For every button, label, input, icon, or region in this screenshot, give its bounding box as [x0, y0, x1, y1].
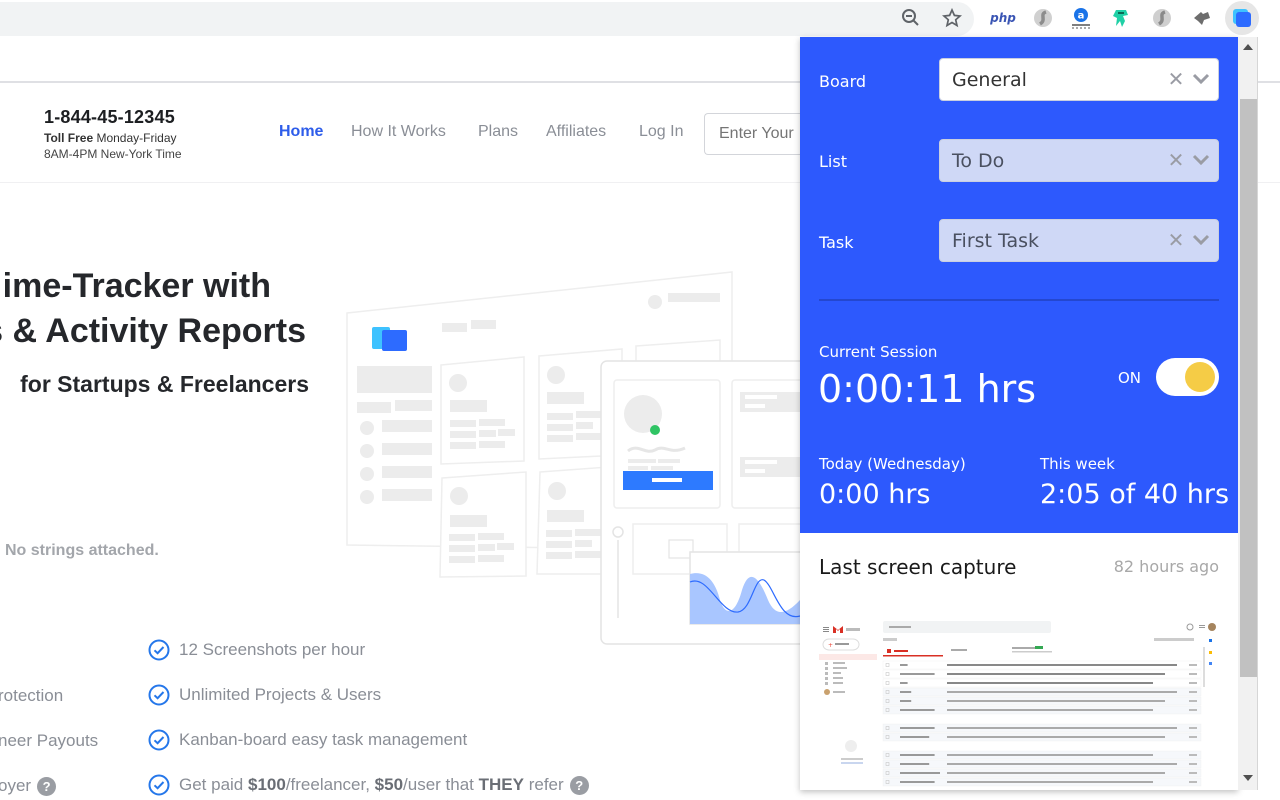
svg-text:+: +: [828, 642, 833, 649]
feature-left-3: oyer?: [0, 776, 57, 797]
clear-task-icon[interactable]: ✕: [1166, 228, 1186, 252]
a-extension-icon[interactable]: a: [1068, 5, 1094, 31]
thumbnail-mail-row: [882, 723, 1202, 733]
check-circle-icon: [148, 729, 170, 751]
screen-capture-thumbnail[interactable]: +: [819, 617, 1219, 790]
ninja-extension-icon[interactable]: [1108, 5, 1134, 31]
toggle-knob: [1185, 362, 1215, 392]
feature-referral: Get paid $100/freelancer, $50/user that …: [148, 774, 589, 796]
feature-unlimited-projects: Unlimited Projects & Users: [148, 684, 381, 706]
today-value: 0:00 hrs: [819, 479, 931, 510]
support-hours: Toll Free Monday-Friday: [44, 131, 177, 145]
help-icon[interactable]: ?: [569, 775, 589, 795]
thumbnail-mail-row: [882, 759, 1202, 769]
puzzle-extension-icon[interactable]: [1189, 5, 1215, 31]
support-hours-time: 8AM-4PM New-York Time: [44, 147, 182, 161]
thumbnail-mail-row: [882, 732, 1202, 742]
thumbnail-mail-row: [882, 669, 1202, 679]
thumbnail-mail-row: [882, 777, 1202, 787]
check-circle-icon: [148, 639, 170, 661]
thumbnail-mail-row: [882, 768, 1202, 778]
board-select[interactable]: General ✕: [939, 58, 1219, 101]
thumbnail-mail-row: [882, 678, 1202, 688]
address-bar[interactable]: [0, 2, 974, 36]
time-tracker-extension-icon[interactable]: [1225, 1, 1259, 35]
check-circle-icon: [148, 774, 170, 796]
thumbnail-mail-row: [882, 696, 1202, 706]
thumbnail-mail-row: [882, 660, 1202, 670]
chevron-down-icon[interactable]: [1190, 229, 1212, 251]
illustration-front-window: [600, 360, 800, 645]
check-circle-icon: [148, 684, 170, 706]
php-extension-icon[interactable]: php: [989, 5, 1017, 31]
nav-affiliates[interactable]: Affiliates: [546, 123, 606, 141]
task-label: Task: [819, 233, 854, 252]
no-strings-text: No strings attached.: [5, 542, 159, 559]
current-session-value: 0:00:11 hrs: [818, 367, 1037, 411]
clear-list-icon[interactable]: ✕: [1166, 148, 1186, 172]
feature-kanban: Kanban-board easy task management: [148, 729, 467, 751]
hero-subtitle: for Startups & Freelancers: [20, 371, 309, 397]
week-value: 2:05 of 40 hrs: [1040, 479, 1230, 510]
zoom-out-icon[interactable]: [898, 5, 924, 31]
time-tracker-popup: Board General ✕ List To Do ✕ Task First …: [800, 37, 1238, 790]
board-value: General: [952, 68, 1027, 91]
tracking-toggle[interactable]: [1156, 358, 1219, 396]
phone-number[interactable]: 1-844-45-12345: [44, 107, 175, 128]
task-value: First Task: [952, 229, 1040, 252]
hero-title-line2: s & Activity Reports: [0, 312, 306, 350]
chevron-down-icon[interactable]: [1190, 149, 1212, 171]
gmail-screenshot: +: [819, 617, 1219, 790]
popup-scrollbar[interactable]: [1238, 37, 1258, 790]
thumbnail-mail-row: [882, 687, 1202, 697]
section-divider: [819, 299, 1219, 301]
board-label: Board: [819, 72, 867, 91]
help-icon[interactable]: ?: [37, 777, 57, 797]
today-label: Today (Wednesday): [819, 455, 966, 473]
nav-plans[interactable]: Plans: [478, 123, 518, 141]
feature-left-1: rotection: [0, 686, 64, 705]
list-label: List: [819, 152, 847, 171]
last-capture-time: 82 hours ago: [1113, 557, 1219, 576]
nav-how-it-works[interactable]: How It Works: [351, 123, 446, 141]
dashboard-illustration: [346, 271, 800, 645]
feature-screenshots: 12 Screenshots per hour: [148, 639, 365, 661]
list-select[interactable]: To Do ✕: [939, 139, 1219, 182]
clear-board-icon[interactable]: ✕: [1166, 67, 1186, 91]
svg-text:a: a: [1078, 11, 1085, 22]
thumbnail-mail-row: [882, 750, 1202, 760]
week-label: This week: [1040, 455, 1115, 473]
browser-toolbar: php a: [0, 0, 1280, 37]
grey-s2-extension-icon[interactable]: [1149, 5, 1175, 31]
tracker-panel: Board General ✕ List To Do ✕ Task First …: [800, 37, 1238, 533]
feature-left-2: neer Payouts: [0, 731, 99, 750]
toggle-label: ON: [1118, 369, 1142, 387]
grey-s-extension-icon[interactable]: [1030, 5, 1056, 31]
nav-home[interactable]: Home: [279, 123, 323, 141]
nav-log-in[interactable]: Log In: [639, 123, 683, 141]
last-capture-title: Last screen capture: [819, 555, 1017, 579]
current-session-label: Current Session: [819, 343, 938, 361]
scrollbar-thumb[interactable]: [1240, 99, 1257, 677]
list-value: To Do: [952, 149, 1005, 172]
chevron-down-icon[interactable]: [1190, 68, 1212, 90]
scroll-down-arrow-icon[interactable]: [1243, 775, 1253, 781]
hero-title-line1: ime-Tracker with: [2, 267, 271, 305]
thumbnail-mail-row: [882, 705, 1202, 715]
scroll-up-arrow-icon[interactable]: [1243, 44, 1253, 50]
task-select[interactable]: First Task ✕: [939, 219, 1219, 262]
bookmark-star-icon[interactable]: [939, 5, 965, 31]
